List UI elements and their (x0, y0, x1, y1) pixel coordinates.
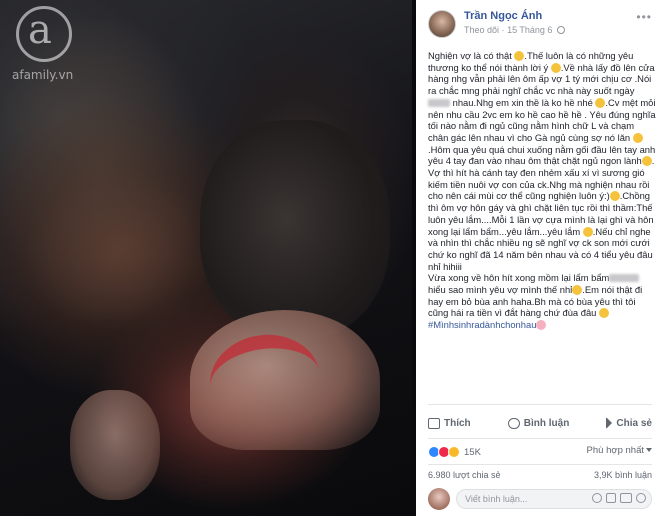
smile-emoji-icon (582, 226, 593, 237)
smile-emoji-icon (609, 191, 620, 202)
viewer-avatar (428, 488, 450, 510)
post-meta: Theo dõi · 15 Tháng 6 (464, 25, 565, 35)
author-name[interactable]: Trần Ngọc Ánh (464, 10, 542, 22)
reaction-count[interactable]: 15K (464, 447, 481, 458)
author-avatar[interactable] (428, 10, 456, 38)
post-date[interactable]: 15 Tháng 6 (507, 25, 552, 35)
comment-sort-dropdown[interactable]: Phù hợp nhất (587, 445, 652, 456)
like-label: Thích (444, 417, 471, 429)
divider (428, 404, 652, 405)
kiss-emoji-icon (536, 320, 547, 331)
post-text-p4: nhau (450, 96, 474, 108)
post-header: Trần Ngọc Ánh Theo dõi · 15 Tháng 6 ••• (428, 10, 652, 42)
camera-icon[interactable] (606, 493, 616, 503)
afamily-watermark: a afamily.vn (10, 6, 100, 86)
post-text-p11: Vừa xong về hôn hít xong mồm lại lẩm bẩm (428, 272, 610, 284)
smile-emoji-icon (514, 51, 525, 61)
smile-emoji-icon (550, 62, 561, 73)
divider (428, 464, 652, 465)
comment-count[interactable]: 3,9K bình luận (594, 470, 652, 480)
post-text-p12: hiểu sao mình yêu vợ mình thế nhỉ (428, 284, 573, 296)
watermark-site: afamily.vn (12, 68, 74, 82)
comment-tools (592, 493, 646, 503)
sort-label: Phù hợp nhất (586, 445, 644, 456)
share-icon (606, 417, 613, 429)
emoji-icon[interactable] (592, 493, 602, 503)
smile-emoji-icon (598, 308, 609, 319)
post-text-p5: .Nhg em xin thề là ko hề nhé (473, 96, 596, 108)
comment-label: Bình luận (523, 417, 570, 429)
share-button[interactable]: Chia sẻ (606, 417, 652, 429)
comment-button[interactable]: Bình luận (507, 417, 570, 429)
like-button[interactable]: Thích (428, 417, 471, 429)
post-text: Nghiện vợ là có thật .Thế luôn là có nhữ… (428, 50, 656, 331)
smile-emoji-icon (572, 285, 583, 296)
like-icon (428, 417, 440, 429)
laugh-emoji-icon (595, 97, 606, 108)
photo-man (200, 120, 390, 340)
share-count[interactable]: 6.980 lượt chia sẻ (428, 470, 500, 480)
action-bar: Thích Bình luận Chia sẻ (428, 412, 652, 434)
post-text-p1: Nghiện vợ là có thật (428, 50, 515, 61)
divider (428, 438, 652, 439)
share-label: Chia sẻ (616, 417, 652, 429)
follow-link[interactable]: Theo dõi (464, 25, 499, 35)
comment-icon (507, 417, 520, 429)
more-icon[interactable]: ••• (636, 10, 652, 24)
smile-emoji-icon (632, 132, 643, 143)
grin-emoji-icon (641, 156, 652, 167)
photo-hand (70, 390, 160, 500)
gif-icon[interactable] (620, 493, 632, 503)
haha-reaction-icon[interactable] (448, 446, 460, 458)
comment-composer: Viết bình luận... (428, 488, 652, 510)
post-stats: 6.980 lượt chia sẻ 3,9K bình luận (428, 470, 652, 482)
hashtag-link[interactable]: #Mìnhsinhradànhchonhau (428, 319, 536, 330)
reactions-row: 15K Phù hợp nhất (428, 444, 652, 460)
globe-icon (556, 26, 565, 34)
post-photo[interactable]: a afamily.vn (0, 0, 412, 516)
chevron-down-icon (646, 448, 652, 452)
meta-separator: · (501, 25, 505, 35)
sticker-icon[interactable] (636, 493, 646, 503)
post-panel: Trần Ngọc Ánh Theo dõi · 15 Tháng 6 ••• … (416, 0, 660, 516)
blurred-word (609, 274, 640, 283)
blurred-word (428, 98, 450, 107)
watermark-letter: a (28, 7, 52, 53)
post-text-p7: .Hôm qua yêu quá chui xuống nằm gối đầu … (428, 143, 656, 167)
